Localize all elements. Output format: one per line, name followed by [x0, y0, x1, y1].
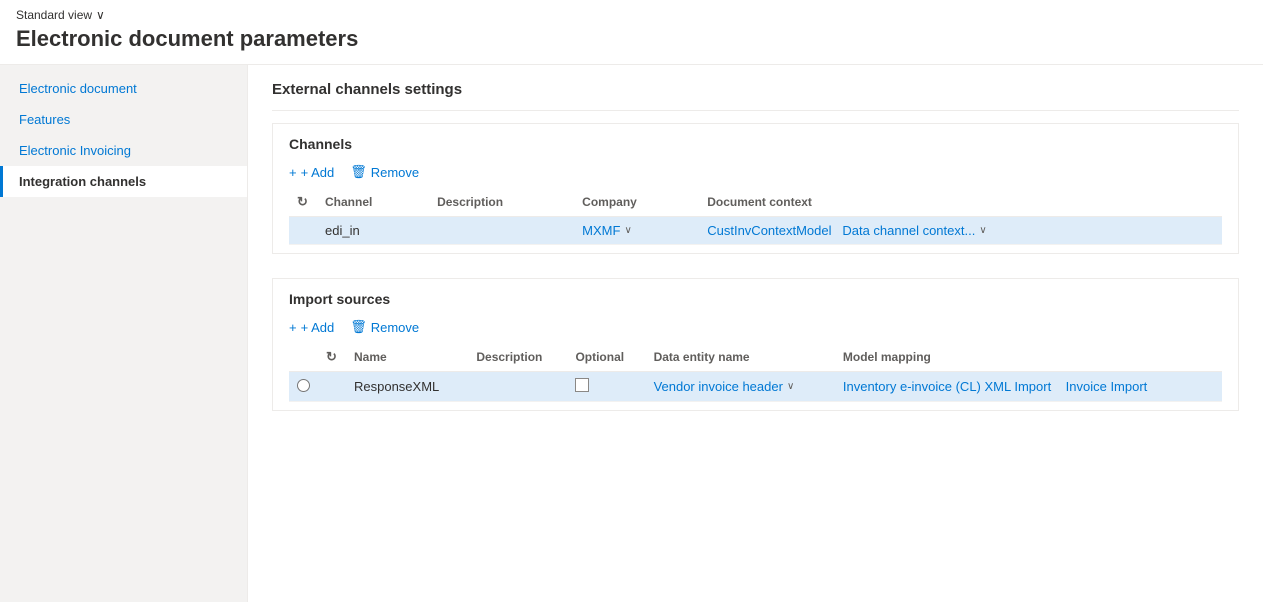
channels-add-button[interactable]: + + Add: [289, 165, 334, 180]
model-mapping-secondary-link[interactable]: Invoice Import: [1066, 379, 1148, 394]
import-sources-col-data-entity-name: Data entity name: [646, 343, 835, 372]
import-sources-add-label: + Add: [301, 320, 335, 335]
channels-col-description: Description: [429, 188, 574, 217]
import-sources-remove-label: Remove: [371, 320, 419, 335]
channels-row-description: [429, 217, 574, 245]
main-content: External channels settings Channels + + …: [248, 65, 1263, 602]
import-sources-row-description: [468, 372, 567, 402]
channels-row-company: MXMF ∨: [574, 217, 699, 245]
import-sources-row-optional: [567, 372, 645, 402]
sidebar-item-electronic-document[interactable]: Electronic document: [0, 73, 247, 104]
model-mapping-link[interactable]: Inventory e-invoice (CL) XML Import: [843, 379, 1051, 394]
import-sources-remove-button[interactable]: 🗑 Remove: [350, 319, 419, 335]
sidebar-item-electronic-invoicing[interactable]: Electronic Invoicing: [0, 135, 247, 166]
document-context-value: Data channel context...: [842, 223, 975, 238]
import-sources-col-refresh: ↻: [318, 343, 346, 372]
view-selector[interactable]: Standard view ∨: [16, 8, 1247, 22]
channels-add-label: + Add: [301, 165, 335, 180]
channels-remove-label: Remove: [371, 165, 419, 180]
channels-row-refresh: [289, 217, 317, 245]
channels-col-channel: Channel: [317, 188, 429, 217]
channels-remove-button[interactable]: 🗑 Remove: [350, 164, 419, 180]
import-sources-col-radio: [289, 343, 318, 372]
import-sources-table-container: + + Add 🗑 Remove ↻: [273, 319, 1238, 402]
import-sources-col-optional: Optional: [567, 343, 645, 372]
channels-row-document-context: CustInvContextModel Data channel context…: [699, 217, 1222, 245]
data-entity-chevron-icon: ∨: [787, 381, 794, 392]
channels-toolbar: + + Add 🗑 Remove: [289, 164, 1222, 180]
import-sources-row-model-mapping: Inventory e-invoice (CL) XML Import Invo…: [835, 372, 1222, 402]
channels-table-container: + + Add 🗑 Remove ↻ Channel: [273, 164, 1238, 245]
add-icon-2: +: [289, 320, 297, 335]
table-row[interactable]: ResponseXML Vendor invoice header ∨: [289, 372, 1222, 402]
import-sources-section: Import sources + + Add 🗑 Remove: [272, 278, 1239, 411]
import-sources-row-name: ResponseXML: [346, 372, 468, 402]
refresh-icon-header-2: ↻: [326, 349, 337, 364]
sidebar: Electronic document Features Electronic …: [0, 65, 248, 602]
import-sources-table-head: ↻ Name Description Optional Data entity …: [289, 343, 1222, 372]
section-title: External channels settings: [272, 81, 1239, 98]
app-header: Standard view ∨ Electronic document para…: [0, 0, 1263, 65]
import-sources-header-row: ↻ Name Description Optional Data entity …: [289, 343, 1222, 372]
optional-checkbox[interactable]: [575, 378, 589, 392]
import-sources-header: Import sources: [273, 279, 1238, 307]
trash-icon: 🗑: [350, 164, 367, 180]
company-chevron-icon: ∨: [624, 225, 631, 236]
document-context-model-link[interactable]: CustInvContextModel: [707, 223, 831, 238]
import-sources-col-name: Name: [346, 343, 468, 372]
company-dropdown[interactable]: MXMF ∨: [582, 223, 691, 238]
import-sources-table: ↻ Name Description Optional Data entity …: [289, 343, 1222, 402]
channels-table-body: edi_in MXMF ∨ CustInvContextModel: [289, 217, 1222, 245]
import-sources-row-radio: [289, 372, 318, 402]
import-sources-toolbar: + + Add 🗑 Remove: [289, 319, 1222, 335]
import-sources-col-description: Description: [468, 343, 567, 372]
trash-icon-2: 🗑: [350, 319, 367, 335]
channels-col-document-context: Document context: [699, 188, 1222, 217]
import-sources-table-body: ResponseXML Vendor invoice header ∨: [289, 372, 1222, 402]
channels-col-refresh: ↻: [289, 188, 317, 217]
data-entity-value: Vendor invoice header: [654, 379, 783, 394]
add-icon: +: [289, 165, 297, 180]
sidebar-item-features[interactable]: Features: [0, 104, 247, 135]
import-sources-row-data-entity-name: Vendor invoice header ∨: [646, 372, 835, 402]
section-separator: [272, 110, 1239, 111]
sidebar-item-integration-channels[interactable]: Integration channels: [0, 166, 247, 197]
channels-header-row: ↻ Channel Description Company Document c…: [289, 188, 1222, 217]
page-title: Electronic document parameters: [16, 26, 1247, 52]
import-sources-col-model-mapping: Model mapping: [835, 343, 1222, 372]
channels-section: Channels + + Add 🗑 Remove: [272, 123, 1239, 254]
channels-table: ↻ Channel Description Company Document c…: [289, 188, 1222, 245]
refresh-icon-header: ↻: [297, 194, 308, 209]
import-sources-row-refresh: [318, 372, 346, 402]
company-value: MXMF: [582, 223, 620, 238]
channels-table-head: ↻ Channel Description Company Document c…: [289, 188, 1222, 217]
document-context-dropdown[interactable]: Data channel context... ∨: [842, 223, 986, 238]
table-row[interactable]: edi_in MXMF ∨ CustInvContextModel: [289, 217, 1222, 245]
channels-heading: Channels: [289, 136, 1222, 152]
layout: Electronic document Features Electronic …: [0, 65, 1263, 602]
channels-header: Channels: [273, 124, 1238, 152]
import-sources-add-button[interactable]: + + Add: [289, 320, 334, 335]
view-selector-chevron: ∨: [96, 8, 105, 22]
view-selector-label: Standard view: [16, 8, 92, 22]
import-sources-heading: Import sources: [289, 291, 1222, 307]
document-context-chevron-icon: ∨: [979, 225, 986, 236]
row-radio-button[interactable]: [297, 379, 310, 392]
channels-col-company: Company: [574, 188, 699, 217]
data-entity-dropdown[interactable]: Vendor invoice header ∨: [654, 379, 827, 394]
channels-row-channel: edi_in: [317, 217, 429, 245]
